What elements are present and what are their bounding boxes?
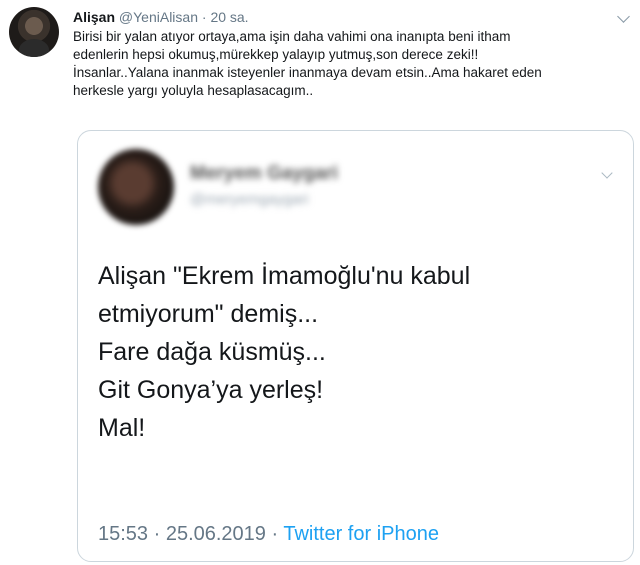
- quoted-text-line: Alişan "Ekrem İmamoğlu'nu kabul: [98, 262, 471, 290]
- chevron-down-icon: [601, 167, 613, 179]
- embedded-tweet-screenshot[interactable]: Meryem Gaygari @meryemgaygari Alişan "Ek…: [77, 130, 634, 562]
- quoted-source-link: Twitter for iPhone: [283, 523, 439, 545]
- tweet-text-line: herkesle yargı yoluyla hesaplasacagım..: [73, 83, 314, 98]
- quoted-text-line: Mal!: [98, 414, 146, 442]
- tweet: Alişan @YeniAlisan · 20 sa. Birisi bir y…: [0, 0, 640, 565]
- quoted-author-handle: @meryemgaygari: [190, 191, 309, 208]
- tweet-text-line: edenlerin hepsi okumuş,mürekkep yalayıp …: [73, 47, 479, 62]
- author-handle[interactable]: @YeniAlisan: [119, 9, 198, 25]
- tweet-text: Birisi bir yalan atıyor ortaya,ama işin …: [73, 28, 618, 100]
- quoted-tweet-text: Alişan "Ekrem İmamoğlu'nu kabul etmiyoru…: [98, 257, 618, 447]
- chevron-down-icon[interactable]: [617, 10, 630, 23]
- quoted-author-name: Meryem Gaygari: [190, 163, 338, 184]
- tweet-text-line: Birisi bir yalan atıyor ortaya,ama işin …: [73, 29, 511, 44]
- quoted-text-line: Git Gonya’ya yerleş!: [98, 376, 324, 404]
- tweet-time[interactable]: 20 sa.: [210, 9, 248, 25]
- quoted-author-avatar: [98, 149, 174, 225]
- author-name[interactable]: Alişan: [73, 9, 115, 25]
- quoted-timestamp: 15:53 · 25.06.2019 ·: [98, 523, 279, 545]
- tweet-text-line: İnsanlar..Yalana inanmak isteyenler inan…: [73, 65, 542, 80]
- author-avatar[interactable]: [9, 7, 59, 57]
- tweet-header: Alişan @YeniAlisan · 20 sa.: [73, 9, 249, 25]
- quoted-text-line: etmiyorum" demiş...: [98, 300, 319, 328]
- quoted-tweet-footer: 15:53 · 25.06.2019 · Twitter for iPhone: [98, 523, 439, 546]
- quoted-text-line: Fare dağa küsmüş...: [98, 338, 326, 366]
- header-separator: ·: [201, 9, 207, 25]
